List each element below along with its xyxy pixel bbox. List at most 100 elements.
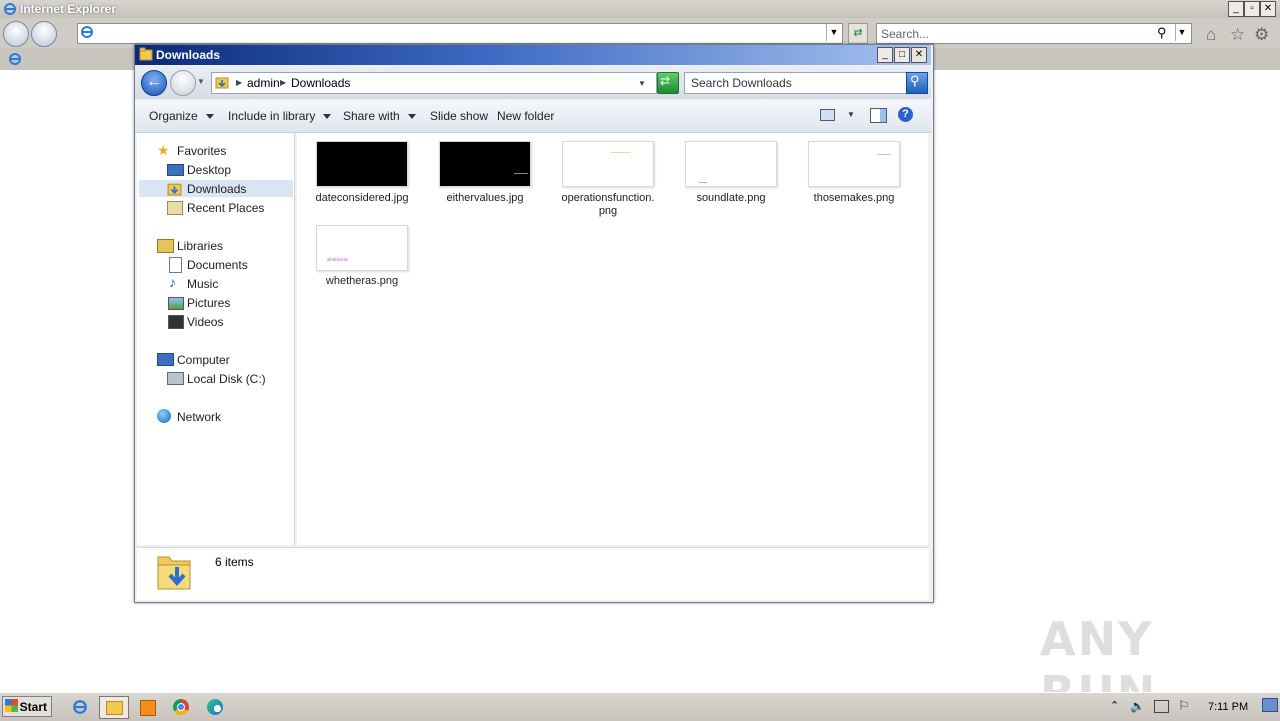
nav-pictures[interactable]: Pictures [187, 296, 230, 310]
file-thumbnail[interactable] [562, 141, 654, 187]
ie-address-dropdown-icon[interactable]: ▼ [826, 24, 841, 41]
ie-search-dropdown-icon[interactable]: ▼ [1175, 24, 1188, 41]
ie-refresh-icon[interactable]: ⇄ [848, 23, 868, 44]
network-tray-icon[interactable] [1154, 700, 1169, 713]
edge-icon [207, 699, 223, 715]
folder-icon [139, 47, 153, 61]
back-button[interactable]: ← [141, 70, 167, 96]
file-name[interactable]: soundlate.png [676, 192, 786, 205]
new-folder-button[interactable]: New folder [497, 109, 554, 123]
ie-close-button[interactable]: ✕ [1260, 1, 1276, 17]
breadcrumb-item-downloads[interactable]: Downloads [291, 76, 350, 90]
breadcrumb-separator-icon[interactable]: ▶ [280, 78, 286, 87]
file-thumbnail[interactable] [316, 141, 408, 187]
details-pane [137, 547, 929, 600]
thumbnail-detail [611, 152, 631, 153]
preview-pane-icon[interactable] [870, 108, 887, 123]
nav-music[interactable]: Music [187, 277, 218, 291]
file-name[interactable]: dateconsidered.jpg [307, 192, 417, 205]
recent-places-icon [167, 201, 183, 215]
nav-libraries[interactable]: Libraries [177, 239, 223, 253]
computer-icon [157, 353, 174, 366]
desktop-icon [167, 164, 184, 176]
downloads-folder-icon [167, 183, 182, 196]
tray-expand-icon[interactable]: ⌃ [1110, 699, 1119, 712]
taskbar-edge[interactable] [200, 696, 230, 719]
view-dropdown-icon[interactable]: ▼ [847, 110, 855, 119]
slide-show-button[interactable]: Slide show [430, 109, 488, 123]
taskbar-chrome[interactable] [166, 696, 196, 719]
clock[interactable]: 7:11 PM [1208, 701, 1248, 713]
breadcrumb-dropdown-icon[interactable]: ▼ [638, 79, 646, 88]
chrome-icon [173, 699, 189, 715]
volume-icon[interactable]: 🔈 [1130, 699, 1145, 713]
favorites-star-icon[interactable]: ☆ [1230, 25, 1245, 45]
home-icon[interactable]: ⌂ [1206, 25, 1216, 45]
nav-local-disk[interactable]: Local Disk (C:) [187, 372, 266, 386]
ie-address-bar[interactable] [77, 23, 843, 44]
file-name[interactable]: eithervalues.jpg [430, 192, 540, 205]
help-icon[interactable]: ? [898, 107, 913, 122]
ie-logo-icon [4, 3, 16, 15]
include-in-library-button[interactable]: Include in library [228, 109, 332, 123]
ie-window-title: Internet Explorer [20, 2, 117, 16]
chevron-down-icon [205, 114, 214, 120]
nav-downloads[interactable]: Downloads [187, 182, 246, 196]
minimize-button[interactable]: _ [877, 47, 893, 63]
nav-network[interactable]: Network [177, 410, 221, 424]
search-placeholder: Search Downloads [691, 76, 792, 90]
taskbar-ie[interactable] [65, 696, 95, 719]
nav-computer[interactable]: Computer [177, 353, 230, 367]
close-button[interactable]: ✕ [911, 47, 927, 63]
documents-icon [169, 257, 182, 273]
ie-minimize-button[interactable]: _ [1228, 1, 1244, 17]
taskbar-media-player[interactable] [133, 696, 163, 719]
file-thumbnail[interactable] [685, 141, 777, 187]
breadcrumb-item-admin[interactable]: admin [247, 76, 280, 90]
nav-desktop[interactable]: Desktop [187, 163, 231, 177]
ie-forward-button[interactable] [31, 21, 57, 47]
nav-videos[interactable]: Videos [187, 315, 223, 329]
media-player-icon [140, 700, 156, 716]
chevron-down-icon [323, 114, 332, 120]
nav-favorites[interactable]: Favorites [177, 144, 226, 158]
taskbar-explorer[interactable] [99, 696, 129, 719]
thumbnail-detail [877, 154, 891, 155]
flag-icon[interactable]: ⚐ [1178, 698, 1190, 714]
ie-search-icon[interactable]: ⚲ [1157, 25, 1167, 41]
thumbnail-detail [699, 182, 707, 183]
forward-button[interactable] [170, 70, 196, 96]
share-with-button[interactable]: Share with [343, 109, 416, 123]
nav-documents[interactable]: Documents [187, 258, 248, 272]
nav-recent-places[interactable]: Recent Places [187, 201, 264, 215]
file-name[interactable]: thosemakes.png [799, 192, 909, 205]
local-disk-icon [167, 372, 184, 385]
breadcrumb-separator-icon[interactable]: ▶ [236, 78, 242, 87]
file-name-line2: png [598, 205, 618, 217]
gear-icon[interactable]: ⚙ [1254, 25, 1269, 45]
show-desktop-icon[interactable] [1262, 698, 1278, 712]
thumbnail-text: whetheras [327, 257, 349, 262]
favorites-star-icon: ★ [157, 142, 170, 158]
ie-restore-button[interactable]: ▫ [1244, 1, 1260, 17]
chevron-down-icon [407, 114, 416, 120]
ie-icon [73, 700, 87, 714]
file-thumbnail[interactable] [808, 141, 900, 187]
ie-back-button[interactable] [3, 21, 29, 47]
file-thumbnail[interactable] [439, 141, 531, 187]
recent-pages-dropdown-icon[interactable]: ▼ [197, 77, 205, 86]
network-icon [157, 409, 171, 423]
refresh-icon: ⇄ [660, 74, 671, 88]
search-icon: ⚲ [910, 73, 920, 88]
explorer-titlebar [135, 45, 931, 65]
change-view-icon[interactable] [820, 109, 835, 121]
ie-page-icon [81, 26, 93, 38]
organize-button[interactable]: Organize [149, 109, 214, 123]
ie-tab-icon[interactable] [8, 52, 22, 66]
file-thumbnail[interactable]: whetheras [316, 225, 408, 271]
file-name[interactable]: whetheras.png [307, 275, 417, 288]
downloads-folder-large-icon [157, 556, 191, 590]
music-icon: ♪ [169, 274, 176, 290]
maximize-button[interactable]: □ [894, 47, 910, 63]
file-name[interactable]: operationsfunction. png [553, 192, 663, 218]
